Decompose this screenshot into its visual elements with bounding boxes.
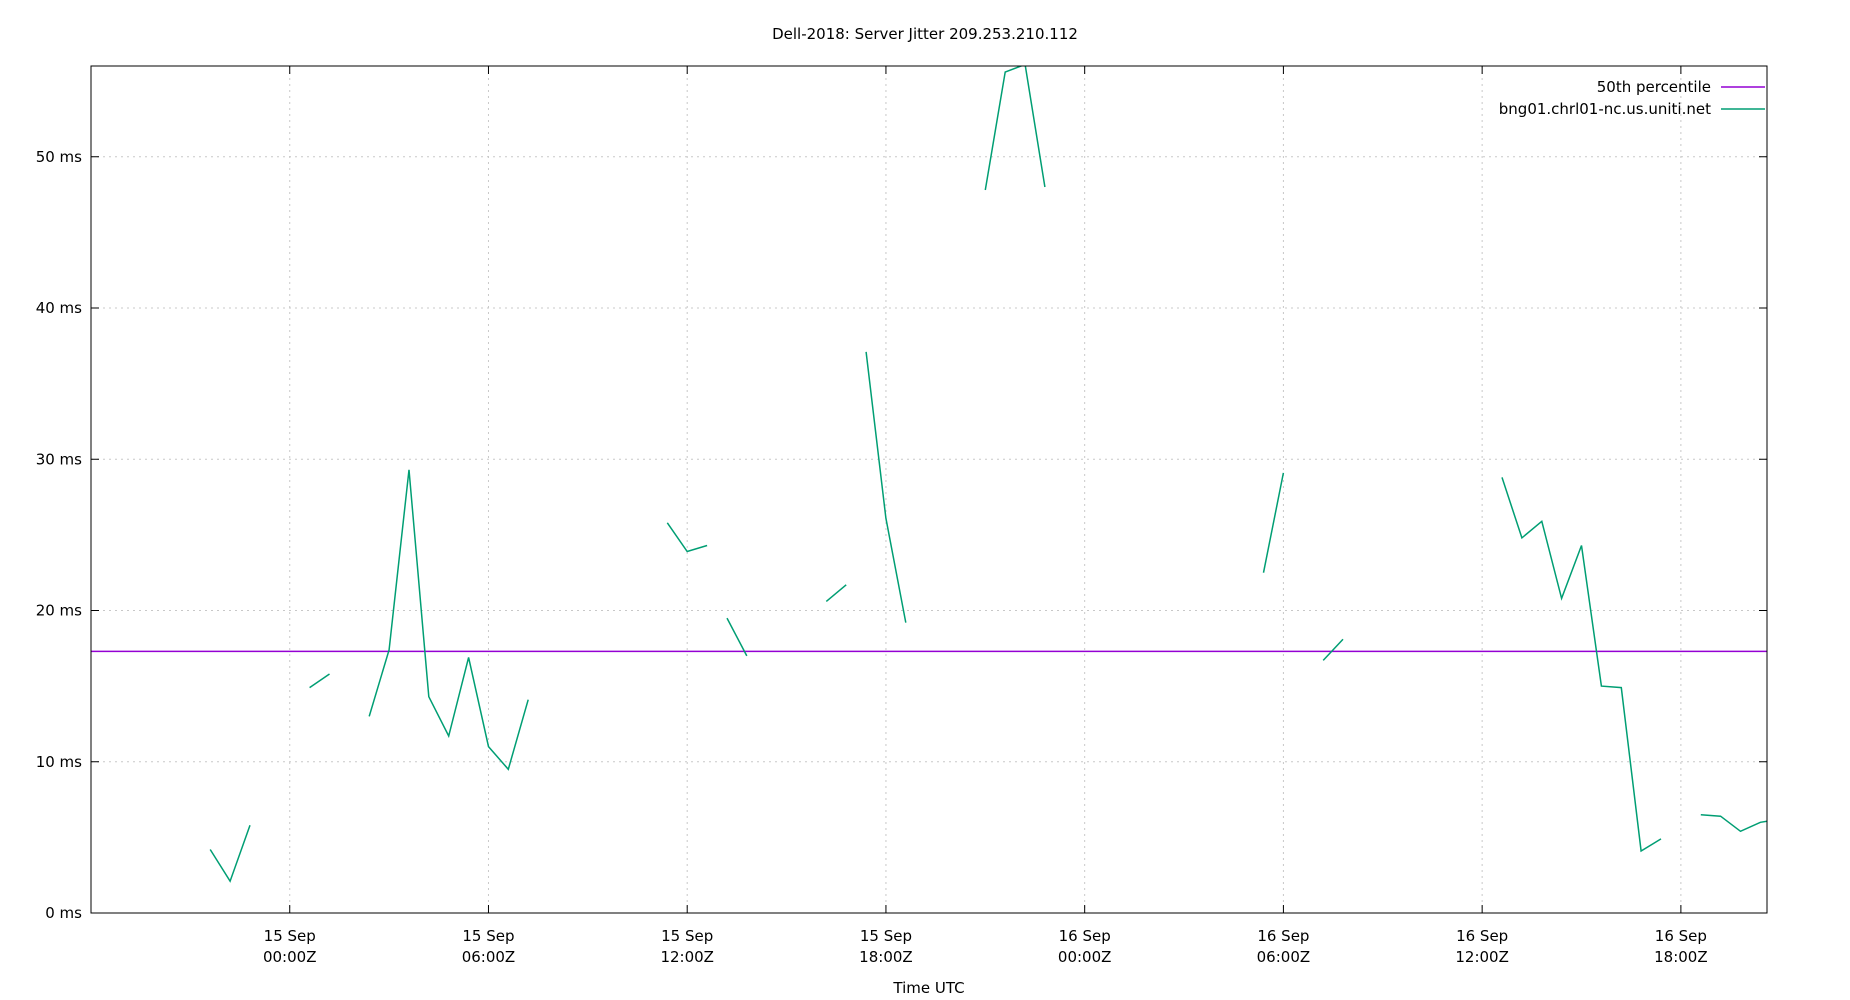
plot-series xyxy=(91,66,1767,883)
x-tick-label-time: 00:00Z xyxy=(263,948,317,966)
grid xyxy=(91,66,1767,913)
x-tick-label-date: 15 Sep xyxy=(462,927,514,945)
x-tick-label-time: 06:00Z xyxy=(462,948,516,966)
legend: 50th percentile bng01.chrl01-nc.us.uniti.… xyxy=(1499,78,1765,118)
x-tick-label-time: 12:00Z xyxy=(1455,948,1509,966)
y-tick-label: 40 ms xyxy=(36,299,82,317)
jitter-series-segment xyxy=(1262,472,1285,573)
plot-frame xyxy=(90,65,1768,914)
x-tick-label-date: 15 Sep xyxy=(661,927,713,945)
x-tick-label-date: 16 Sep xyxy=(1257,927,1309,945)
y-tick-label: 10 ms xyxy=(36,753,82,771)
jitter-series-segment xyxy=(825,584,847,602)
x-tick-label-time: 18:00Z xyxy=(1654,948,1708,966)
x-tick-label-time: 12:00Z xyxy=(660,948,714,966)
y-tick-label: 0 ms xyxy=(45,904,82,922)
x-tick-label-date: 16 Sep xyxy=(1456,927,1508,945)
x-tick-label-time: 00:00Z xyxy=(1058,948,1112,966)
legend-label: bng01.chrl01-nc.us.uniti.net xyxy=(1499,100,1711,118)
x-tick-label-date: 15 Sep xyxy=(860,927,912,945)
axis-ticks: 0 ms 10 ms 20 ms 30 ms 40 ms 50 ms 15 Sep 00:00… xyxy=(36,66,1767,966)
x-tick-label-time: 18:00Z xyxy=(859,948,913,966)
jitter-series-segment xyxy=(984,66,1046,191)
x-tick-label-date: 16 Sep xyxy=(1655,927,1707,945)
y-tick-label: 50 ms xyxy=(36,148,82,166)
jitter-series-segment xyxy=(209,825,251,883)
jitter-series-segment xyxy=(309,673,330,689)
legend-label: 50th percentile xyxy=(1597,78,1711,96)
jitter-series-segment xyxy=(1700,813,1767,833)
y-tick-label: 30 ms xyxy=(36,450,82,468)
jitter-series-segment xyxy=(1322,638,1344,661)
jitter-series-segment xyxy=(1501,477,1662,853)
x-tick-label-time: 06:00Z xyxy=(1257,948,1311,966)
x-tick-label-date: 15 Sep xyxy=(264,927,316,945)
jitter-chart: Dell-2018: Server Jitter 209.253.210.112… xyxy=(36,25,1768,997)
chart-title: Dell-2018: Server Jitter 209.253.210.112 xyxy=(772,25,1078,43)
x-tick-label-date: 16 Sep xyxy=(1059,927,1111,945)
x-axis-label: Time UTC xyxy=(892,979,964,997)
y-tick-label: 20 ms xyxy=(36,602,82,620)
jitter-series-segment xyxy=(368,469,529,771)
jitter-series-segment xyxy=(726,617,748,657)
